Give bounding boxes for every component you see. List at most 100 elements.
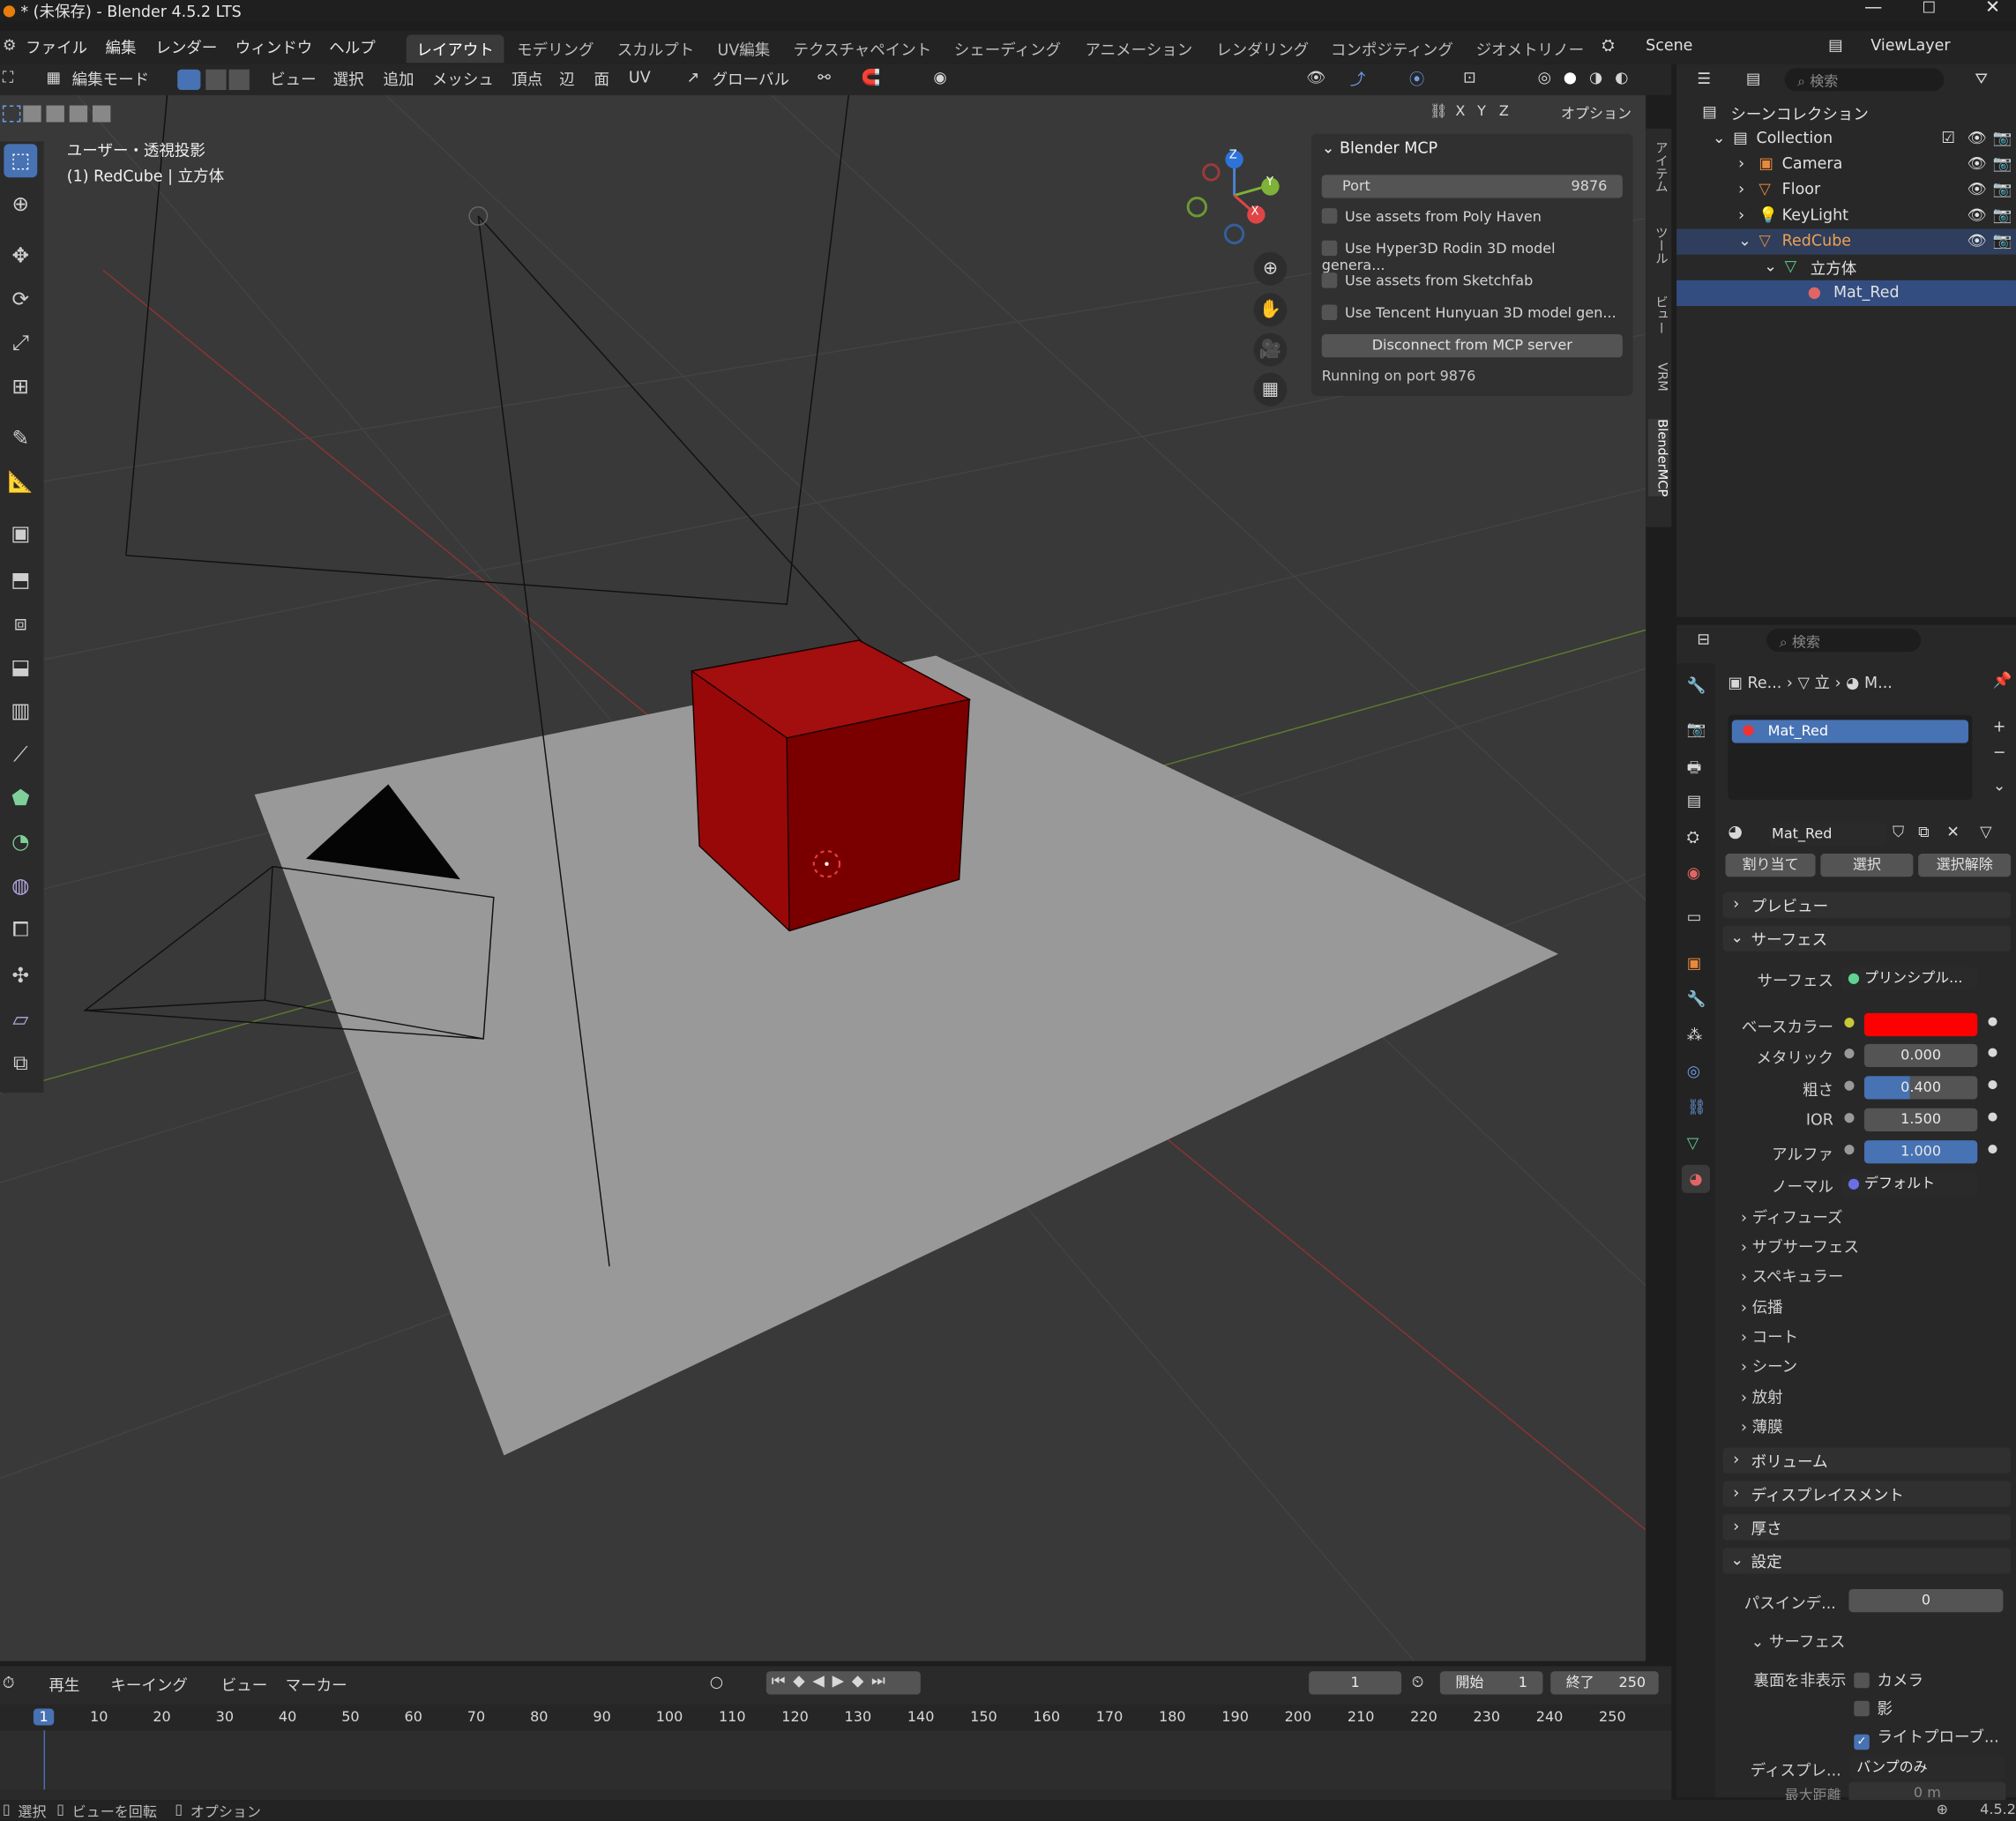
menu-render[interactable]: レンダー	[155, 36, 217, 58]
menu-edit[interactable]: 編集	[106, 36, 137, 58]
display-mode-icon[interactable]: ▤	[1746, 70, 1761, 87]
menu-timeline-view[interactable]: ビュー	[221, 1674, 268, 1696]
material-shading-icon[interactable]: ◑	[1589, 68, 1602, 86]
menu-file[interactable]: ファイル	[26, 36, 87, 58]
menu-edge[interactable]: 辺	[559, 68, 575, 90]
proportional-edit-icon[interactable]: ◉	[933, 68, 946, 86]
tab-animation[interactable]: アニメーション	[1075, 34, 1203, 63]
eye-icon[interactable]: 👁	[1967, 231, 1987, 249]
scene-icon[interactable]: ⛭	[1602, 36, 1615, 56]
displacement-method-dropdown[interactable]: バンプのみ	[1848, 1756, 2006, 1780]
normal-field[interactable]: ● デフォルト	[1841, 1172, 1978, 1196]
select-new-icon[interactable]	[23, 105, 41, 123]
stopwatch-icon[interactable]: ⏲	[1412, 1673, 1424, 1692]
tab-vrm[interactable]: VRM	[1648, 362, 1669, 392]
select-button[interactable]: 選択	[1820, 854, 1914, 877]
zoom-icon[interactable]: ⊕	[1253, 251, 1288, 286]
pin-icon[interactable]: 📌	[1993, 671, 2012, 689]
menu-mesh[interactable]: メッシュ	[432, 68, 494, 90]
outliner-editor-icon[interactable]: ☰	[1697, 70, 1711, 87]
chevron-down-icon[interactable]: ⌄	[1322, 138, 1335, 156]
deselect-button[interactable]: 選択解除	[1918, 854, 2012, 877]
shear-tool-icon[interactable]: ▱	[4, 1003, 37, 1036]
outliner-collection[interactable]: ⌄ ▤ Collection ☑ 👁 📷	[1676, 126, 2016, 152]
fake-user-icon[interactable]: ⛉	[1893, 823, 1904, 842]
link-type-icon[interactable]: ▽	[1980, 823, 1991, 840]
remove-slot-icon[interactable]: −	[1993, 743, 2006, 761]
frame-start[interactable]: 開始 1	[1439, 1671, 1543, 1695]
subsection-coat[interactable]: › コート	[1741, 1325, 1798, 1347]
base-color-swatch[interactable]	[1863, 1012, 1978, 1037]
visibility-icon[interactable]: 👁	[1306, 68, 1325, 86]
option-hyper3d[interactable]: Use Hyper3D Rodin 3D model genera...	[1321, 240, 1623, 274]
maximize-icon[interactable]: ☐	[1923, 0, 1937, 17]
shrink-fatten-tool-icon[interactable]: ✣	[4, 959, 37, 993]
frame-end[interactable]: 終了 250	[1550, 1671, 1659, 1695]
eye-icon[interactable]: 👁	[1967, 205, 1987, 223]
filter-icon[interactable]: ⛛	[1975, 70, 1988, 89]
scene-name[interactable]: Scene	[1646, 36, 1692, 54]
edge-slide-tool-icon[interactable]: ⧠	[4, 913, 37, 946]
tab-compositing[interactable]: コンポジティング	[1320, 34, 1463, 63]
camera-checkbox[interactable]: カメラ	[1854, 1668, 1923, 1690]
tab-geometry-nodes[interactable]: ジオメトリノー	[1466, 34, 1594, 63]
checkbox[interactable]	[1321, 272, 1338, 288]
current-frame[interactable]: 1	[1309, 1671, 1402, 1695]
tab-shading[interactable]: シェーディング	[944, 34, 1071, 63]
tab-view[interactable]: ビュー	[1648, 295, 1669, 334]
camera-render-icon[interactable]: 📷	[1993, 180, 2012, 198]
loop-cut-tool-icon[interactable]: ▥	[4, 694, 37, 728]
outliner-redcube[interactable]: ⌄ ▽ RedCube 👁 📷	[1676, 228, 2016, 255]
solid-shading-icon[interactable]: ●	[1564, 68, 1577, 86]
menu-view[interactable]: ビュー	[270, 68, 317, 90]
menu-face[interactable]: 面	[594, 68, 610, 90]
eye-icon[interactable]: 👁	[1967, 154, 1987, 172]
pan-hand-icon[interactable]: ✋	[1253, 293, 1288, 327]
camera-view-icon[interactable]: 🎥	[1253, 332, 1288, 367]
section-preview[interactable]: › プレビュー	[1722, 892, 2012, 918]
subsection-emission[interactable]: › 放射	[1741, 1386, 1783, 1408]
checkbox[interactable]	[1321, 304, 1338, 321]
minimize-icon[interactable]: —	[1864, 0, 1882, 18]
menu-playback[interactable]: 再生	[49, 1674, 79, 1696]
bevel-tool-icon[interactable]: ⬓	[4, 651, 37, 684]
frame-ruler[interactable]: 1 10 20 30 40 50 60 70 80 90 100 110 120 130 140 150 160…	[0, 1705, 1672, 1731]
select-extend-icon[interactable]	[46, 105, 64, 123]
wireframe-shading-icon[interactable]: ◎	[1538, 68, 1551, 86]
tab-modeling[interactable]: モデリング	[506, 34, 604, 63]
metallic-field[interactable]: 0.000	[1863, 1043, 1978, 1068]
tab-blendermcp[interactable]: BlenderMCP	[1648, 419, 1669, 497]
material-tab-icon[interactable]: ◕	[1681, 1164, 1711, 1193]
lightprobe-checkbox[interactable]: ✓ ライトプローブ...	[1854, 1726, 1999, 1750]
move-tool-icon[interactable]: ✥	[4, 239, 37, 272]
outliner-material[interactable]: ● Mat_Red	[1676, 280, 2016, 306]
tab-tool[interactable]: ツール	[1648, 227, 1669, 265]
object-tab-icon[interactable]: ▣	[1687, 954, 1702, 972]
menu-uv[interactable]: UV	[629, 68, 651, 86]
menu-keying[interactable]: キーイング	[110, 1674, 187, 1696]
roughness-field[interactable]: 0.400	[1863, 1076, 1978, 1100]
pass-index-field[interactable]: 0	[1848, 1588, 2004, 1613]
perspective-grid-icon[interactable]: ▦	[1253, 372, 1288, 407]
scale-tool-icon[interactable]: ⤢	[4, 326, 37, 360]
playback-controls[interactable]: ⏮◆◀▶◆⏭	[765, 1671, 921, 1695]
3d-viewport[interactable]: ユーザー・透視投影 (1) RedCube | 立方体 Z Y X ⊕ ✋ 🎥 …	[0, 94, 1646, 1661]
mirror-y[interactable]: Y	[1477, 103, 1486, 120]
section-settings[interactable]: ⌄ 設定	[1722, 1548, 2012, 1574]
overlay-toggle-icon[interactable]: ⦿	[1409, 68, 1425, 90]
select-box-icon[interactable]	[2, 105, 21, 123]
tab-layout[interactable]: レイアウト	[406, 34, 504, 63]
checkbox-icon[interactable]: ☑	[1941, 129, 1955, 146]
outliner-keylight[interactable]: › 💡 KeyLight 👁 📷	[1676, 203, 2016, 228]
poly-build-tool-icon[interactable]: ⬟	[4, 781, 37, 815]
subsection-sheen[interactable]: › シーン	[1741, 1355, 1797, 1377]
cursor-tool-icon[interactable]: ⊕	[4, 188, 37, 221]
tab-uv[interactable]: UV編集	[707, 34, 780, 63]
camera-render-icon[interactable]: 📷	[1993, 231, 2012, 249]
menu-add[interactable]: 追加	[383, 68, 414, 90]
menu-select[interactable]: 選択	[333, 68, 364, 90]
shadow-checkbox[interactable]: 影	[1854, 1697, 1893, 1719]
xray-icon[interactable]: ⊡	[1463, 68, 1476, 86]
subsection-diffuse[interactable]: › ディフューズ	[1741, 1206, 1842, 1228]
orientation-dropdown[interactable]: グローバル	[713, 68, 789, 90]
